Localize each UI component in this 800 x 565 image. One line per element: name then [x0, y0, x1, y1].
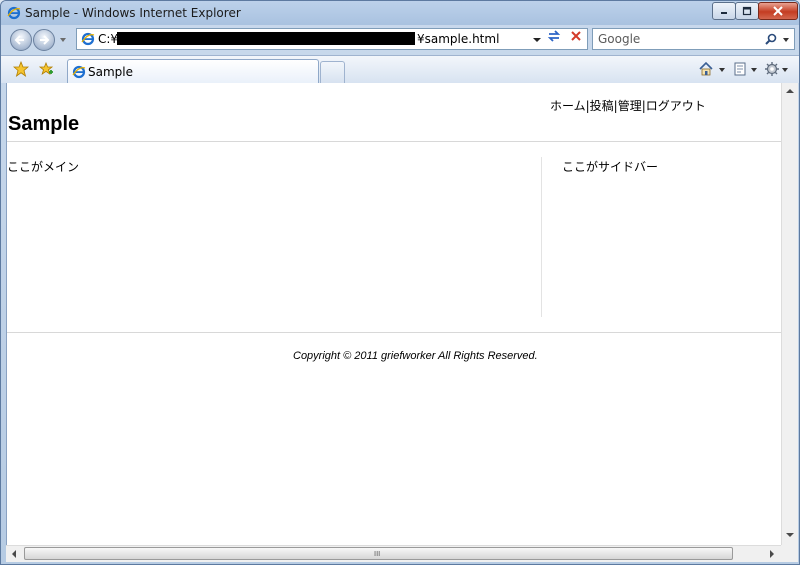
ie-icon: [7, 6, 21, 20]
close-button[interactable]: [758, 2, 798, 20]
sidebar-content: ここがサイドバー: [562, 160, 659, 174]
address-url-suffix: ¥sample.html: [417, 32, 500, 46]
forward-button[interactable]: [33, 29, 55, 51]
favorites-star-icon[interactable]: [13, 61, 29, 77]
stop-icon: [571, 31, 581, 41]
scroll-grip: III: [374, 550, 381, 558]
scroll-up-arrow[interactable]: [786, 89, 794, 93]
title-bar[interactable]: Sample - Windows Internet Explorer: [1, 1, 799, 25]
search-field[interactable]: Google: [592, 28, 795, 50]
forward-icon: [40, 35, 50, 45]
back-button[interactable]: [10, 29, 32, 51]
tools-dropdown[interactable]: [782, 68, 788, 72]
window-title: Sample - Windows Internet Explorer: [25, 6, 241, 20]
tab-sample[interactable]: Sample: [67, 59, 319, 84]
address-toolbar: C:¥ ¥sample.html Google: [1, 25, 799, 55]
tab-label: Sample: [88, 65, 133, 79]
tab-toolbar: Sample: [1, 55, 799, 84]
stop-button[interactable]: [566, 28, 586, 48]
back-icon: [14, 35, 24, 45]
home-dropdown[interactable]: [719, 68, 725, 72]
refresh-button[interactable]: [544, 28, 564, 48]
page-viewport: ホーム|投稿|管理|ログアウト Sample ここがメイン ここがサイドバー C…: [6, 83, 781, 545]
minimize-button[interactable]: [712, 2, 736, 20]
column-divider: [541, 157, 542, 317]
page-title: Sample: [8, 113, 80, 135]
address-field[interactable]: C:¥ ¥sample.html: [76, 28, 588, 50]
horizontal-scrollbar[interactable]: III: [6, 545, 781, 562]
recent-pages-dropdown[interactable]: [60, 38, 66, 42]
close-icon: [773, 6, 783, 16]
new-tab-button[interactable]: [320, 61, 345, 83]
page-icon[interactable]: [732, 61, 748, 77]
footer-copyright: Copyright © 2011 griefworker All Rights …: [293, 350, 538, 362]
maximize-icon: [742, 6, 752, 16]
header-nav-links[interactable]: ホーム|投稿|管理|ログアウト: [550, 97, 706, 114]
tools-gear-icon[interactable]: [764, 61, 780, 77]
ie-icon: [72, 65, 86, 79]
redacted-path: [117, 32, 415, 45]
footer-divider: [7, 332, 781, 333]
search-provider-dropdown[interactable]: [783, 38, 789, 42]
address-url-prefix: C:¥: [98, 32, 119, 46]
refresh-icon: [547, 30, 561, 42]
search-icon[interactable]: [764, 32, 778, 46]
minimize-icon: [721, 12, 727, 14]
browser-window: Sample - Windows Internet Explorer C:¥ ¥…: [0, 0, 800, 565]
maximize-button[interactable]: [735, 2, 759, 20]
page-dropdown[interactable]: [751, 68, 757, 72]
address-dropdown[interactable]: [533, 38, 541, 42]
header-divider: [7, 141, 781, 142]
scrollbar-corner: [781, 545, 798, 562]
search-placeholder: Google: [598, 32, 641, 46]
ie-icon: [81, 32, 95, 46]
scroll-right-arrow[interactable]: [770, 550, 774, 558]
add-favorites-icon[interactable]: [38, 61, 54, 77]
main-content: ここがメイン: [7, 160, 80, 174]
scroll-left-arrow[interactable]: [12, 550, 16, 558]
horizontal-scroll-thumb[interactable]: III: [24, 547, 733, 560]
home-icon[interactable]: [698, 61, 714, 77]
scroll-down-arrow[interactable]: [786, 533, 794, 537]
vertical-scrollbar[interactable]: [781, 83, 798, 545]
